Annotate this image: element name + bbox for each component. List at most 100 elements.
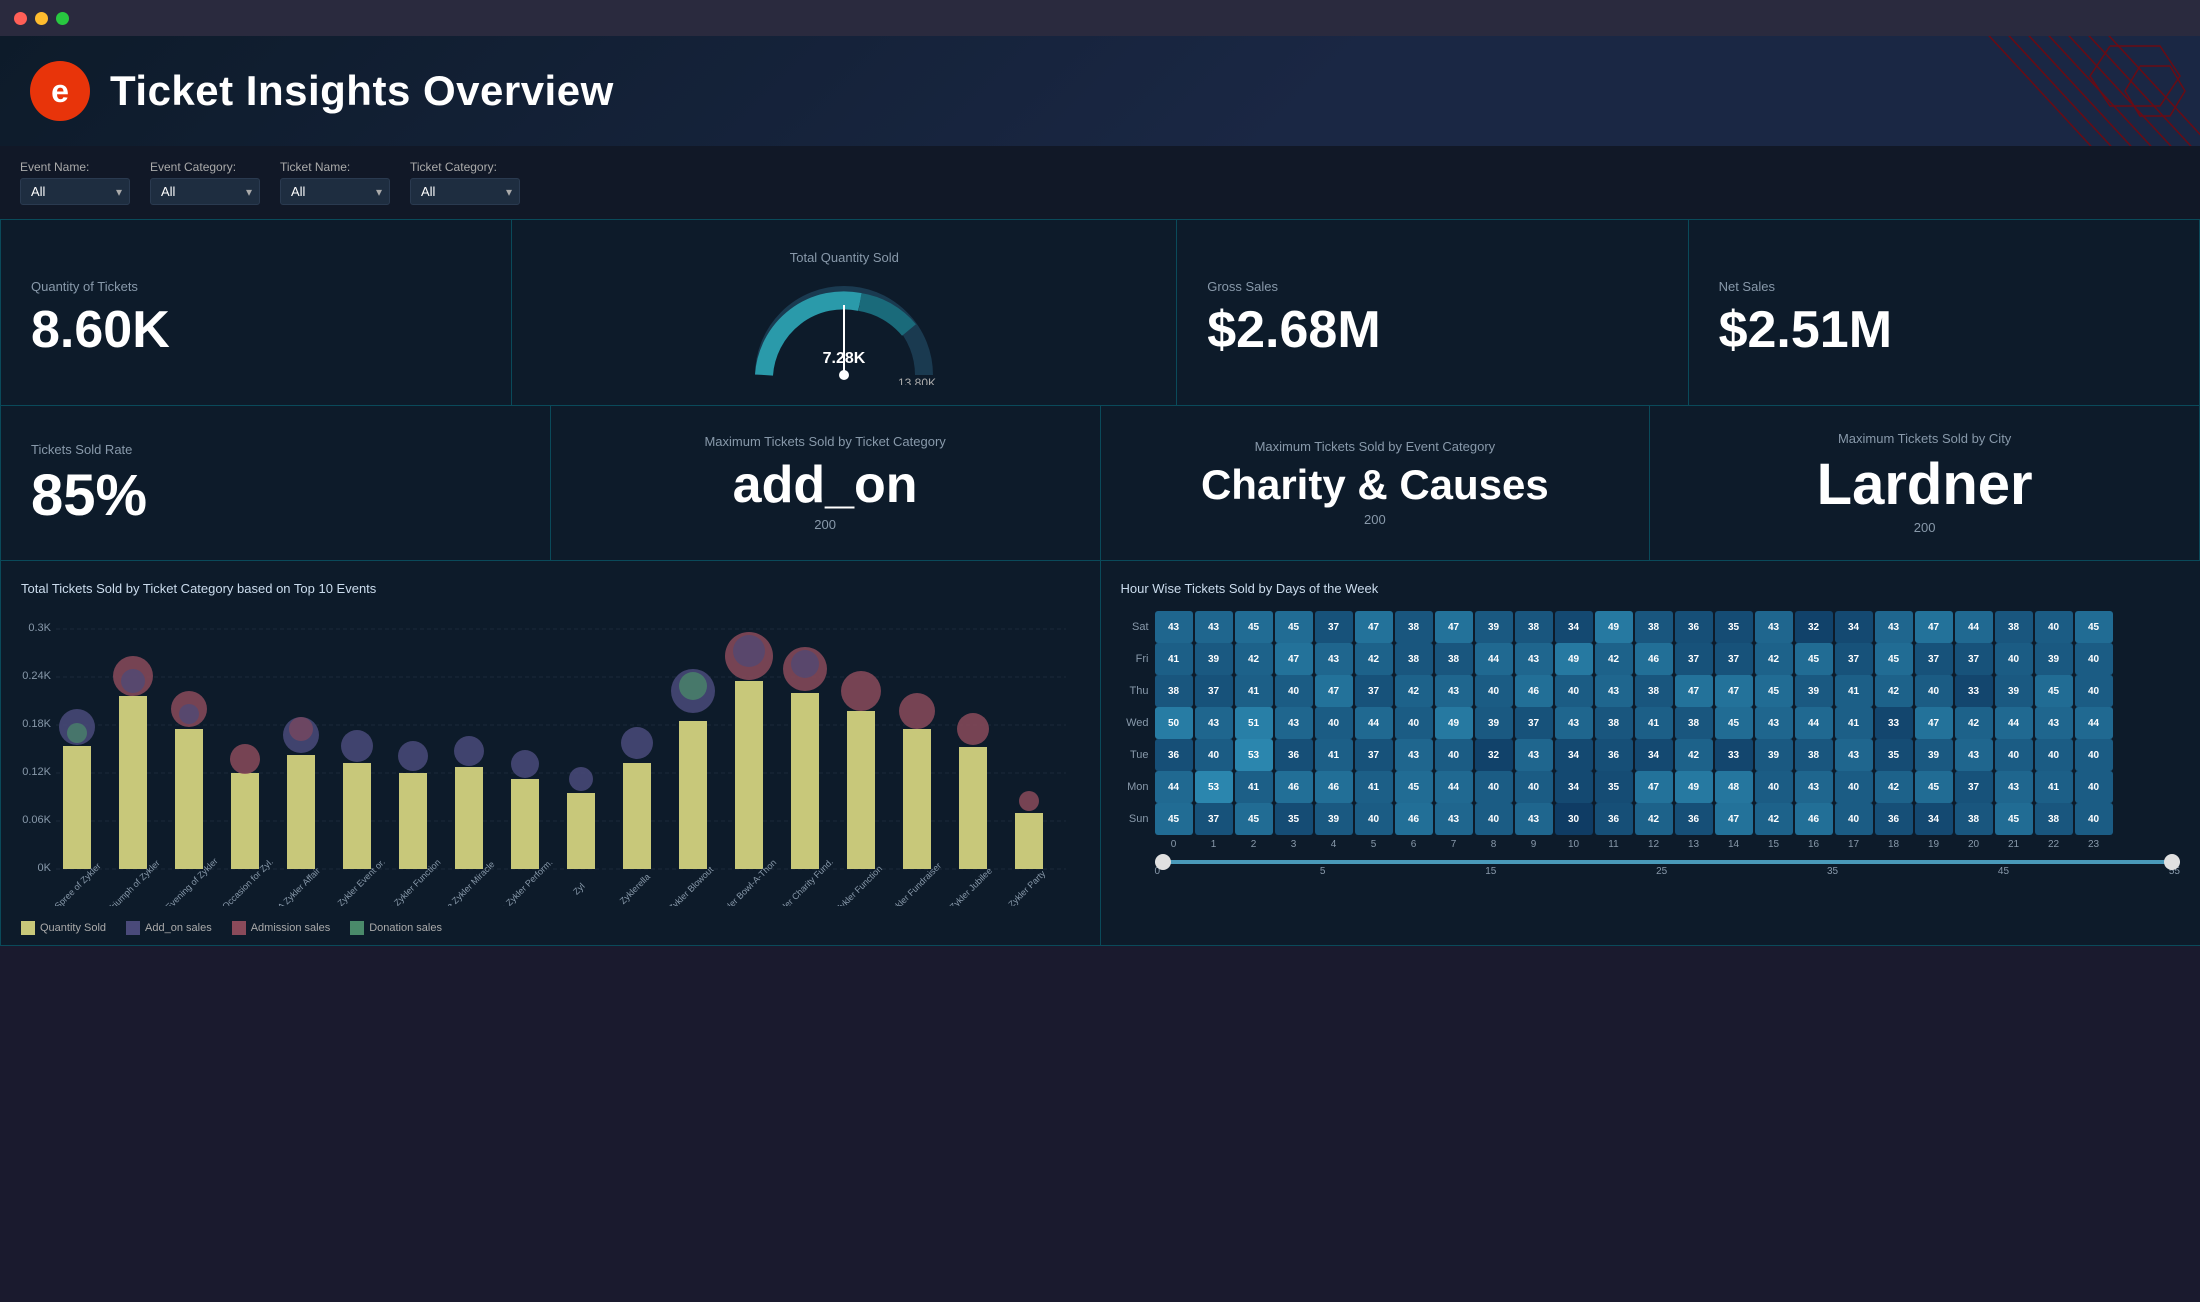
heatmap-cell: 39 <box>1475 707 1513 739</box>
heatmap-cell: 37 <box>1955 771 1993 803</box>
heatmap-cell: 43 <box>1195 707 1233 739</box>
heatmap-hour-label: 21 <box>1995 839 2033 850</box>
heatmap-cell: 38 <box>1675 707 1713 739</box>
heatmap-cell: 38 <box>1955 803 1993 835</box>
heatmap-hour-label: 2 <box>1235 839 1273 850</box>
minimize-dot[interactable] <box>35 12 48 25</box>
heatmap-cell: 42 <box>1355 643 1393 675</box>
heatmap-cell: 38 <box>1515 611 1553 643</box>
heatmap-cell: 38 <box>2035 803 2073 835</box>
heatmap-cell: 39 <box>1995 675 2033 707</box>
kpi-rate: Tickets Sold Rate 85% <box>1 406 551 561</box>
legend-addon-icon <box>126 921 140 935</box>
heatmap-cell: 42 <box>1755 803 1793 835</box>
heatmap-cell: 44 <box>1155 771 1193 803</box>
heatmap-cell: 49 <box>1595 611 1633 643</box>
heatmap-cell: 45 <box>1995 803 2033 835</box>
ticket-category-select[interactable]: All <box>410 178 520 205</box>
heatmap-cell: 43 <box>1435 803 1473 835</box>
heatmap-cell: 43 <box>1515 739 1553 771</box>
heatmap-cell: 43 <box>1275 707 1313 739</box>
kpi-rate-label: Tickets Sold Rate <box>31 442 132 457</box>
heatmap-cell: 38 <box>1635 611 1673 643</box>
heatmap-row-wed: Wed5043514340444049393743384138454344413… <box>1121 707 2181 739</box>
event-category-select[interactable]: All <box>150 178 260 205</box>
heatmap-cell: 43 <box>1155 611 1193 643</box>
heatmap-cell: 34 <box>1835 611 1873 643</box>
heatmap-cell: 47 <box>1915 611 1953 643</box>
heatmap-cell: 40 <box>1475 803 1513 835</box>
heatmap-cell: 44 <box>1355 707 1393 739</box>
heatmap-cell: 47 <box>1915 707 1953 739</box>
heatmap-hour-label: 11 <box>1595 839 1633 850</box>
filter-event-category-label: Event Category: <box>150 160 260 174</box>
heatmap-cell: 40 <box>1395 707 1433 739</box>
heatmap-cell: 40 <box>1515 771 1553 803</box>
heatmap-cell: 36 <box>1595 739 1633 771</box>
heatmap-cell: 40 <box>1835 771 1873 803</box>
heatmap-cell: 44 <box>1795 707 1833 739</box>
slider-row <box>1121 860 2181 864</box>
heatmap-cell: 40 <box>2075 771 2113 803</box>
kpi-gauge: Total Quantity Sold 7.28K 13.80K <box>512 220 1177 406</box>
heatmap-row-tue: Tue3640533641374340324334363442333938433… <box>1121 739 2181 771</box>
svg-text:Zykler Jubilee: Zykler Jubilee <box>948 866 994 906</box>
heatmap-cell: 47 <box>1275 643 1313 675</box>
heatmap-cell: 37 <box>1355 739 1393 771</box>
bar-chart-svg: 0.3K 0.24K 0.18K 0.12K 0.06K 0K A Spree … <box>21 611 1071 906</box>
heatmap-hour-label: 0 <box>1155 839 1193 850</box>
kpi-gross-label: Gross Sales <box>1207 279 1278 294</box>
heatmap-cell: 34 <box>1635 739 1673 771</box>
heatmap-cell: 43 <box>1515 803 1553 835</box>
heatmap-hour-label: 6 <box>1395 839 1433 850</box>
close-dot[interactable] <box>14 12 27 25</box>
heatmap-cell: 50 <box>1155 707 1193 739</box>
heatmap-cell: 47 <box>1435 611 1473 643</box>
maximize-dot[interactable] <box>56 12 69 25</box>
legend-donation-icon <box>350 921 364 935</box>
heatmap-cell: 40 <box>1995 739 2033 771</box>
heatmap-cell: 40 <box>2075 739 2113 771</box>
kpi-max-city-label: Maximum Tickets Sold by City <box>1838 431 2011 446</box>
heatmap-hour-label: 22 <box>2035 839 2073 850</box>
heatmap-cell: 36 <box>1675 611 1713 643</box>
heatmap-cell: 42 <box>1235 643 1273 675</box>
svg-text:Zyl: Zyl <box>571 881 587 897</box>
heatmap-cell: 38 <box>1595 707 1633 739</box>
heatmap-cell: 45 <box>2035 675 2073 707</box>
heatmap-cell: 43 <box>1755 707 1793 739</box>
heatmap-cell: 40 <box>1475 675 1513 707</box>
ticket-name-select[interactable]: All <box>280 178 390 205</box>
heatmap-cell: 43 <box>1955 739 1993 771</box>
event-name-select[interactable]: All <box>20 178 130 205</box>
heatmap-cell: 40 <box>1755 771 1793 803</box>
heatmap-cell: 40 <box>1555 675 1593 707</box>
heatmap-hour-label: 17 <box>1835 839 1873 850</box>
legend-quantity: Quantity Sold <box>21 921 106 935</box>
heatmap-cell: 41 <box>1355 771 1393 803</box>
heatmap-hour-label: 14 <box>1715 839 1753 850</box>
kpi-max-city-value: Lardner <box>1817 456 2033 514</box>
slider-labels: 0 5 15 25 35 45 55 <box>1121 866 2181 877</box>
slider-track[interactable] <box>1155 860 2181 864</box>
heatmap-cell: 41 <box>2035 771 2073 803</box>
kpi-quantity: Quantity of Tickets 8.60K <box>1 220 512 406</box>
heatmap-hour-label: 10 <box>1555 839 1593 850</box>
heatmap-cell: 39 <box>1195 643 1233 675</box>
heatmap-cell: 34 <box>1915 803 1953 835</box>
heatmap-cell: 33 <box>1875 707 1913 739</box>
heatmap-cell: 41 <box>1235 675 1273 707</box>
slider-thumb-left[interactable] <box>1155 854 1171 870</box>
heatmap-cell: 35 <box>1875 739 1913 771</box>
legend-addon: Add_on sales <box>126 921 212 935</box>
heatmap-day-label: Mon <box>1121 781 1149 793</box>
kpi-rate-value: 85% <box>31 467 147 525</box>
slider-thumb-right[interactable] <box>2164 854 2180 870</box>
heatmap-cell: 36 <box>1675 803 1713 835</box>
heatmap-cell: 41 <box>1315 739 1353 771</box>
heatmap-cell: 42 <box>1635 803 1673 835</box>
kpi-max-city-sub: 200 <box>1914 520 1936 535</box>
heatmap-cell: 36 <box>1155 739 1193 771</box>
heatmap-cell: 39 <box>1915 739 1953 771</box>
legend-admission-icon <box>232 921 246 935</box>
